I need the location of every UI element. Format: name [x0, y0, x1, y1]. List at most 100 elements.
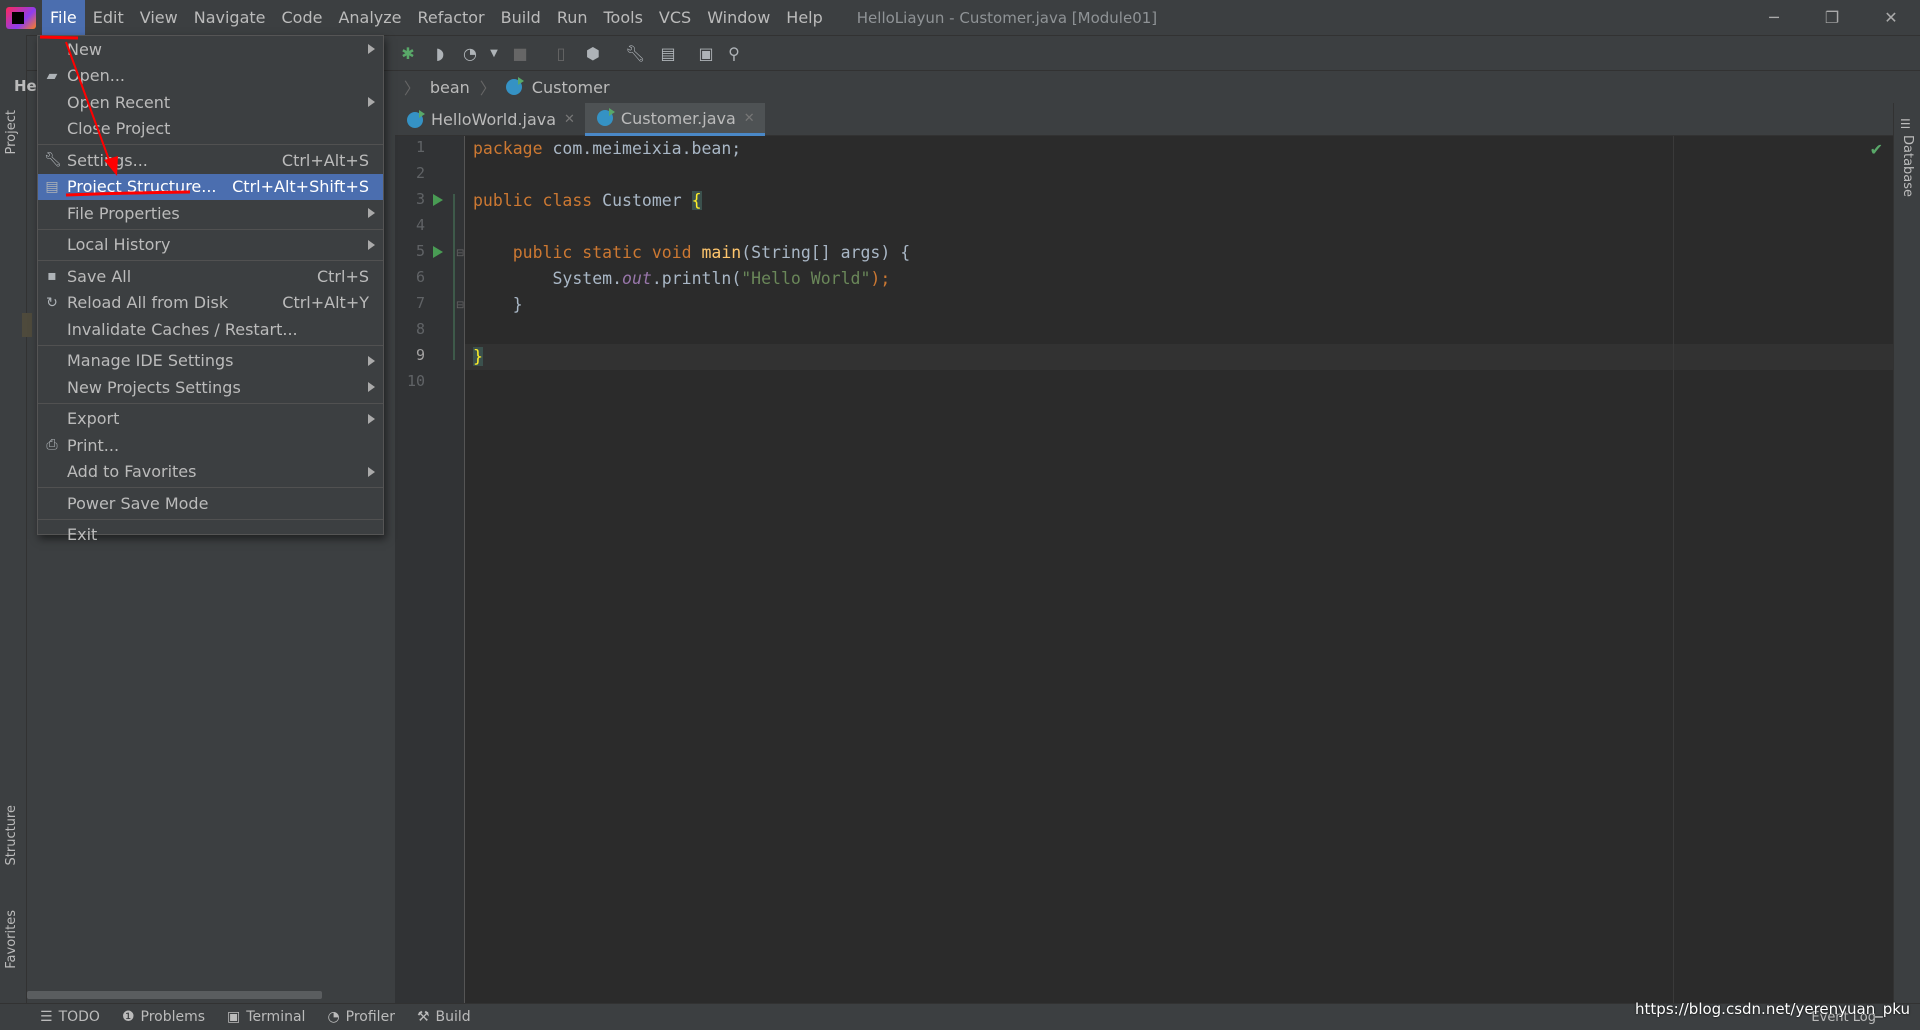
file-menu-item-project-structure[interactable]: ▤ Project Structure... Ctrl+Alt+Shift+S	[38, 173, 383, 200]
run-anything-icon[interactable]: ▣	[696, 44, 716, 64]
favorites-tool-button[interactable]: Favorites	[4, 910, 19, 969]
menu-build[interactable]: Build	[493, 0, 549, 35]
file-menu-item-file-properties[interactable]: File Properties	[38, 200, 383, 227]
problems-tool-button[interactable]: ❶ Problems	[122, 1009, 205, 1025]
run-main-icon[interactable]	[433, 246, 443, 258]
run-with-coverage-icon[interactable]: ◗	[430, 44, 450, 64]
terminal-tool-button[interactable]: ▣ Terminal	[227, 1009, 305, 1025]
breadcrumb-package[interactable]: bean	[430, 78, 470, 97]
file-menu-item-manage-ide-settings[interactable]: Manage IDE Settings	[38, 348, 383, 375]
file-menu-item-reload-all-from-disk[interactable]: ↻ Reload All from Disk Ctrl+Alt+Y	[38, 290, 383, 317]
status-label: Profiler	[345, 1009, 395, 1025]
menu-view[interactable]: View	[132, 0, 186, 35]
breadcrumb-class[interactable]: Customer	[532, 78, 610, 97]
status-label: Terminal	[246, 1009, 306, 1025]
close-tab-icon[interactable]: ✕	[744, 111, 755, 126]
profiler-icon: ◔	[327, 1009, 340, 1025]
file-menu-item-close-project[interactable]: Close Project	[38, 116, 383, 143]
line-number: 8	[415, 320, 425, 338]
menu-vcs[interactable]: VCS	[651, 0, 699, 35]
menu-refactor[interactable]: Refactor	[410, 0, 493, 35]
menu-item-label: New Projects Settings	[67, 377, 241, 397]
code-editor[interactable]: package com.meimeixia.bean; public class…	[465, 136, 1893, 1003]
fold-icon[interactable]: ⊟	[456, 300, 464, 311]
tab-label: HelloWorld.java	[431, 110, 557, 129]
close-tab-icon[interactable]: ✕	[564, 112, 575, 127]
restore-button[interactable]: ❐	[1803, 0, 1861, 35]
tab-helloworld[interactable]: HelloWorld.java ✕	[395, 103, 585, 136]
no-problems-check-icon[interactable]: ✔	[1870, 140, 1883, 159]
problems-icon: ❶	[121, 1009, 135, 1025]
change-marker	[453, 194, 455, 360]
menu-run[interactable]: Run	[549, 0, 596, 35]
submenu-arrow-icon	[368, 97, 375, 108]
update-icon[interactable]: ⬢	[583, 44, 603, 64]
left-tool-strip: Project Structure Favorites	[0, 35, 27, 1003]
save-icon: ▪	[47, 268, 57, 285]
submenu-arrow-icon	[368, 413, 375, 424]
minimize-button[interactable]: ─	[1745, 0, 1803, 35]
file-menu-item-exit[interactable]: Exit	[38, 522, 383, 549]
device-icon[interactable]: ▯	[551, 44, 571, 64]
terminal-icon: ▣	[227, 1009, 241, 1025]
file-menu-item-new[interactable]: New	[38, 36, 383, 63]
fold-icon[interactable]: ⊟	[456, 248, 464, 259]
menu-analyze[interactable]: Analyze	[330, 0, 409, 35]
menu-item-shortcut: Ctrl+Alt+Y	[282, 293, 369, 313]
chevron-down-icon[interactable]: ▼	[484, 44, 504, 64]
submenu-arrow-icon	[368, 355, 375, 366]
hammer-icon: ⚒	[416, 1009, 430, 1025]
menu-item-label: Settings...	[67, 150, 148, 170]
run-class-icon[interactable]	[433, 194, 443, 206]
code-token: public class	[473, 191, 593, 210]
menu-item-label: Open...	[67, 66, 125, 86]
menu-item-label: Power Save Mode	[67, 493, 209, 513]
stop-icon[interactable]: ■	[510, 44, 530, 64]
tab-customer[interactable]: Customer.java ✕	[584, 103, 765, 136]
file-menu-item-new-projects-settings[interactable]: New Projects Settings	[38, 374, 383, 401]
code-token: {	[691, 191, 702, 210]
file-menu-item-power-save-mode[interactable]: Power Save Mode	[38, 490, 383, 517]
profile-icon[interactable]: ◔	[460, 44, 480, 64]
file-menu-item-open-recent[interactable]: Open Recent	[38, 89, 383, 116]
line-number: 6	[415, 268, 425, 286]
structure-tool-button[interactable]: Structure	[4, 805, 19, 865]
debug-icon[interactable]: ✱	[398, 44, 418, 64]
code-token: public static void	[512, 243, 692, 262]
file-menu-item-open[interactable]: ▰ Open...	[38, 63, 383, 90]
editor-gutter: 1 2 3 4 5 6 7 8 9 10 ⊟ ⊟	[395, 136, 465, 1003]
menu-item-label: Close Project	[67, 119, 171, 139]
file-menu-item-add-to-favorites[interactable]: Add to Favorites	[38, 459, 383, 486]
horizontal-scrollbar[interactable]	[27, 991, 322, 999]
search-icon[interactable]: ⚲	[724, 44, 744, 64]
file-menu-item-settings[interactable]: 🔧︎ Settings... Ctrl+Alt+S	[38, 147, 383, 174]
profiler-tool-button[interactable]: ◔ Profiler	[327, 1009, 395, 1025]
tab-label: Customer.java	[620, 108, 736, 128]
menu-window[interactable]: Window	[699, 0, 778, 35]
menu-tools[interactable]: Tools	[596, 0, 651, 35]
build-tool-button[interactable]: ⚒ Build	[417, 1009, 471, 1025]
project-tool-button[interactable]: Project	[4, 110, 19, 154]
todo-tool-button[interactable]: ☰ TODO	[40, 1009, 100, 1025]
code-token: System.	[552, 269, 623, 288]
editor-tabs: HelloWorld.java ✕ Customer.java ✕	[395, 103, 1893, 136]
menu-code[interactable]: Code	[274, 0, 331, 35]
menu-separator	[38, 518, 383, 520]
line-number: 7	[415, 294, 425, 312]
code-token: main	[701, 243, 742, 262]
project-structure-icon[interactable]: ▤	[658, 44, 678, 64]
file-menu-item-invalidate-caches-restart[interactable]: Invalidate Caches / Restart...	[38, 316, 383, 343]
menu-help[interactable]: Help	[778, 0, 830, 35]
file-menu-item-local-history[interactable]: Local History	[38, 232, 383, 259]
menu-file[interactable]: File	[42, 0, 85, 35]
menu-separator	[38, 228, 383, 230]
wrench-icon[interactable]: 🔧︎	[625, 44, 645, 64]
database-tool-button[interactable]: Database	[1900, 135, 1915, 197]
menu-navigate[interactable]: Navigate	[186, 0, 274, 35]
file-menu-item-save-all[interactable]: ▪ Save All Ctrl+S	[38, 263, 383, 290]
file-menu-item-print[interactable]: ⎙ Print...	[38, 432, 383, 459]
menu-edit[interactable]: Edit	[85, 0, 132, 35]
close-window-button[interactable]: ✕	[1862, 0, 1920, 35]
status-label: Build	[435, 1009, 471, 1025]
file-menu-item-export[interactable]: Export	[38, 406, 383, 433]
